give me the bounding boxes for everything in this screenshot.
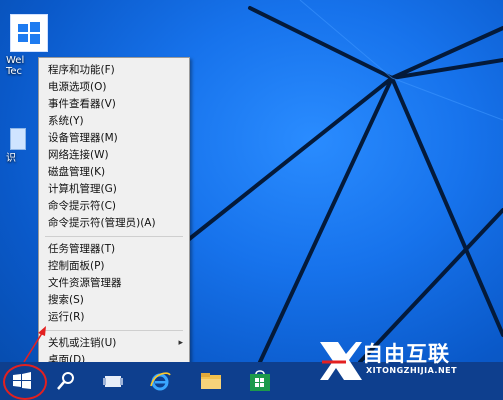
watermark-url: XITONGZHIJIA.NET xyxy=(366,366,458,375)
store-icon xyxy=(250,370,270,391)
file-explorer-button[interactable] xyxy=(191,362,231,400)
store-button[interactable] xyxy=(240,362,280,400)
ie-icon xyxy=(150,372,171,391)
ie-button[interactable] xyxy=(140,362,180,400)
search-button[interactable] xyxy=(46,362,86,400)
task-view-icon xyxy=(103,376,123,387)
site-watermark: 自由互联 XITONGZHIJIA.NET xyxy=(316,336,500,384)
file-explorer-icon xyxy=(201,373,221,389)
task-view-button[interactable] xyxy=(94,362,134,400)
search-icon xyxy=(57,372,74,390)
annotation-circle xyxy=(3,364,47,400)
watermark-title: 自由互联 xyxy=(362,342,450,366)
watermark-logo-icon xyxy=(320,342,362,380)
